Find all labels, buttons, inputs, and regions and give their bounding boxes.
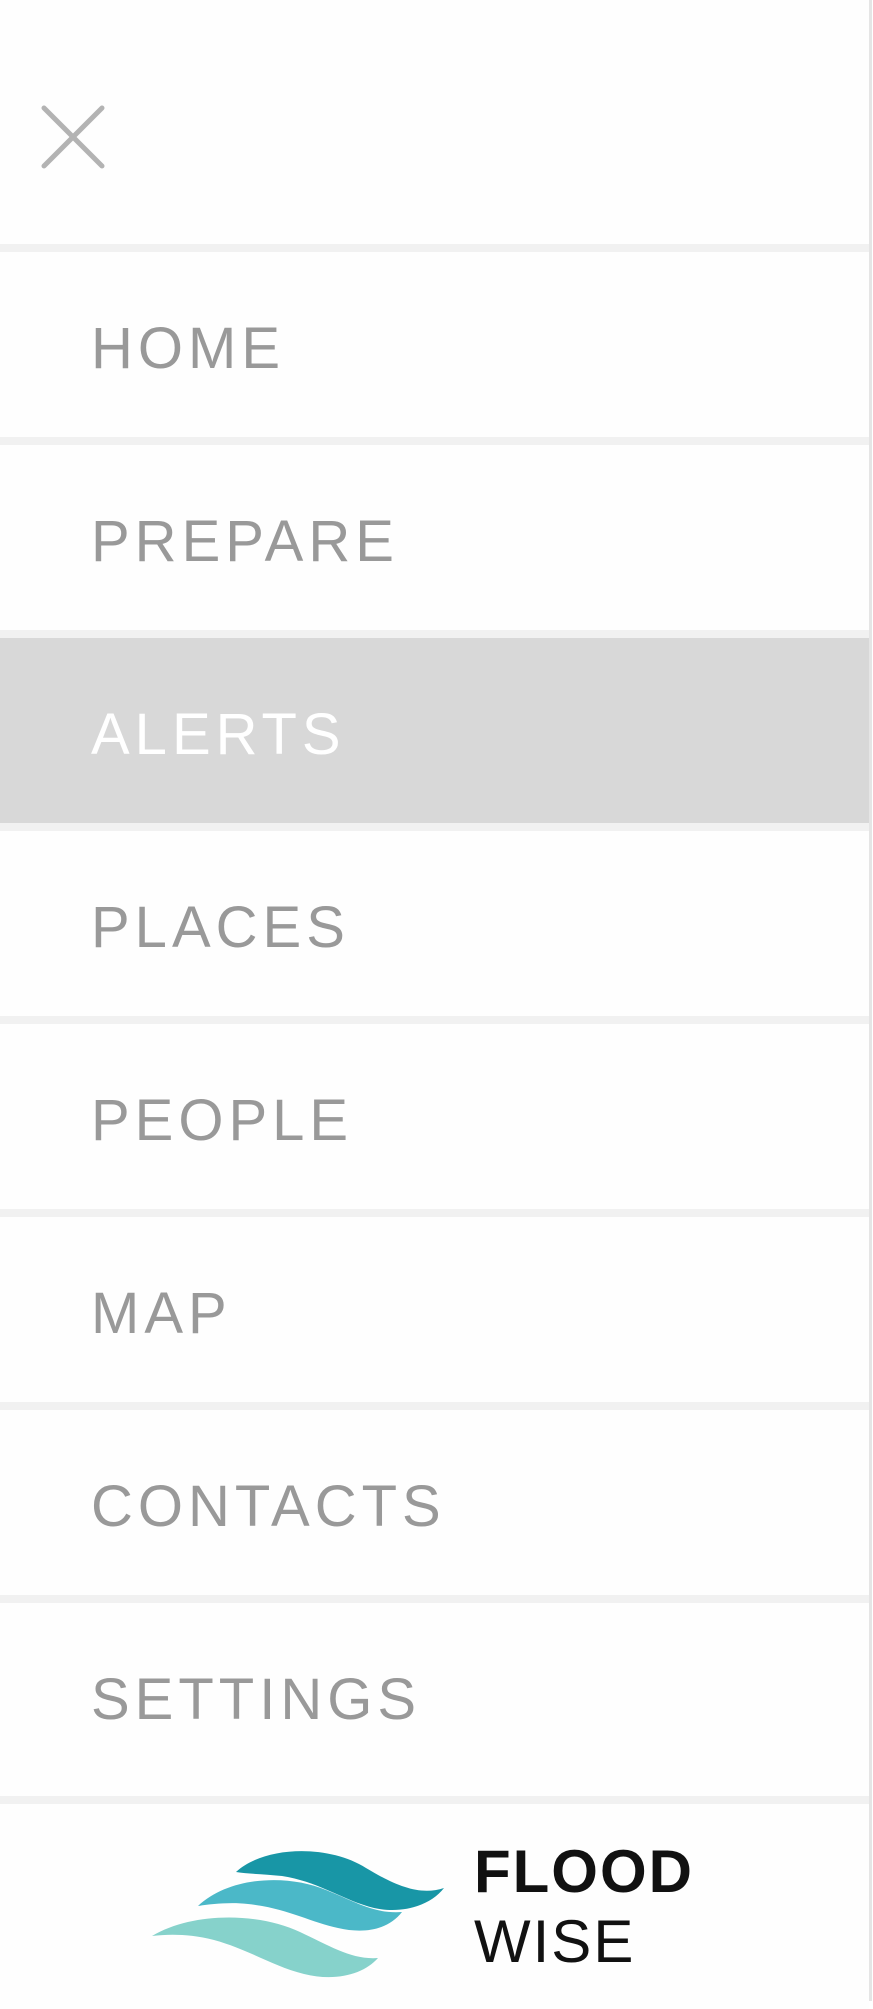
menu-item-prepare[interactable]: PREPARE [0, 437, 869, 630]
drawer-footer: FLOOD WISE [0, 1796, 869, 2009]
menu-item-places[interactable]: PLACES [0, 823, 869, 1016]
menu-item-map[interactable]: MAP [0, 1209, 869, 1402]
menu-item-label: ALERTS [91, 702, 346, 767]
logo-text-wise: WISE [474, 1908, 636, 1975]
wave-logo-icon [152, 1851, 444, 1978]
menu-item-home[interactable]: HOME [0, 244, 869, 437]
menu-item-settings[interactable]: SETTINGS [0, 1595, 869, 1788]
menu-item-label: CONTACTS [91, 1474, 446, 1539]
menu-item-label: MAP [91, 1281, 232, 1346]
close-button[interactable] [36, 100, 110, 174]
menu-item-label: PREPARE [91, 509, 399, 574]
close-icon [41, 105, 105, 169]
drawer-header [0, 0, 869, 244]
navigation-drawer: HOME PREPARE ALERTS PLACES PEOPLE MAP CO… [0, 0, 872, 2009]
menu-item-people[interactable]: PEOPLE [0, 1016, 869, 1209]
menu-item-label: PLACES [91, 895, 350, 960]
logo-text-flood: FLOOD [474, 1838, 694, 1905]
menu-item-label: SETTINGS [91, 1667, 422, 1732]
main-menu: HOME PREPARE ALERTS PLACES PEOPLE MAP CO… [0, 244, 869, 1788]
menu-item-contacts[interactable]: CONTACTS [0, 1402, 869, 1595]
menu-item-label: HOME [91, 316, 285, 381]
menu-item-alerts[interactable]: ALERTS [0, 630, 869, 823]
menu-item-label: PEOPLE [91, 1088, 354, 1153]
floodwise-logo: FLOOD WISE [152, 1836, 712, 1996]
